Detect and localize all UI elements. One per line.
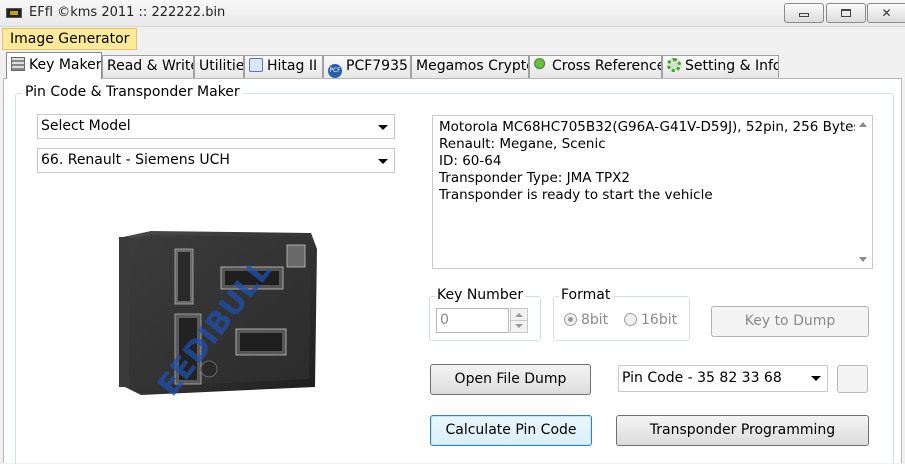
tab-cross-reference[interactable]: Cross Reference (529, 55, 662, 78)
window-title: EFfI ©kms 2011 :: 222222.bin (29, 5, 226, 20)
tab-label: Key Maker (29, 57, 102, 73)
tab-label: Hitag II (267, 58, 318, 74)
ecu-module-image: EEDIBULL (119, 231, 317, 399)
title-bar: EFfI ©kms 2011 :: 222222.bin ✕ (0, 0, 905, 27)
module-select-value: 66. Renault - Siemens UCH (41, 152, 230, 168)
chevron-down-icon (378, 159, 388, 164)
model-select[interactable]: Select Model (37, 114, 395, 139)
menu-image-generator[interactable]: Image Generator (2, 28, 138, 50)
tab-label: Setting & Info (685, 58, 779, 74)
open-file-dump-button[interactable]: Open File Dump (430, 364, 591, 395)
tab-hitag[interactable]: Hitag II (244, 55, 323, 78)
close-icon: ✕ (881, 6, 892, 20)
stepper-up-icon[interactable] (515, 313, 523, 317)
minimize-button[interactable] (784, 3, 824, 23)
radio-checked-icon (564, 313, 577, 326)
key-number-input[interactable]: 0 (436, 308, 509, 333)
info-line: Motorola MC68HC705B32(G96A-G41V-D59J), 5… (439, 119, 861, 135)
tab-megamos-crypto[interactable]: Megamos Crypto (411, 55, 529, 78)
chevron-down-icon (811, 376, 821, 381)
tab-label: Utilities (199, 58, 244, 74)
info-textbox[interactable]: Motorola MC68HC705B32(G96A-G41V-D59J), 5… (432, 115, 873, 269)
tab-pcf7935[interactable]: PCF PCF7935 (323, 55, 411, 78)
app-icon (6, 8, 22, 18)
minimize-icon (799, 13, 809, 17)
format-16bit-radio[interactable]: 16bit (624, 312, 677, 328)
tab-strip: Key Maker Read & Write Utilities Hitag I… (0, 52, 905, 79)
key-to-dump-button[interactable]: Key to Dump (711, 306, 869, 337)
group-title: Pin Code & Transponder Maker (22, 84, 243, 100)
info-line: Transponder is ready to start the vehicl… (439, 187, 713, 203)
tab-key-maker[interactable]: Key Maker (6, 52, 102, 79)
status-box[interactable] (837, 365, 868, 393)
tab-label: Cross Reference (552, 58, 662, 74)
calculate-pin-code-button[interactable]: Calculate Pin Code (430, 415, 592, 446)
info-line: Renault: Megane, Scenic (439, 136, 606, 152)
menu-strip: Image Generator (0, 27, 905, 52)
tab-label: Read & Write (107, 58, 194, 74)
module-select[interactable]: 66. Renault - Siemens UCH (37, 148, 395, 173)
maximize-icon (841, 9, 851, 17)
transponder-programming-button[interactable]: Transponder Programming (616, 415, 869, 446)
pin-code-value: Pin Code - 35 82 33 68 (622, 370, 782, 386)
model-select-value: Select Model (41, 118, 131, 134)
stepper-down-icon[interactable] (515, 324, 523, 328)
tab-label: Megamos Crypto (416, 58, 529, 74)
scroll-up-icon[interactable] (859, 122, 867, 127)
radio-unchecked-icon (624, 313, 637, 326)
format-label: Format (559, 287, 613, 303)
gear-icon (667, 58, 681, 72)
cross-reference-icon (534, 58, 548, 72)
vertical-scrollbar[interactable] (855, 116, 872, 268)
radio-label: 16bit (641, 312, 678, 328)
pin-code-select[interactable]: Pin Code - 35 82 33 68 (618, 365, 828, 392)
chevron-down-icon (378, 125, 388, 130)
key-maker-panel: Pin Code & Transponder Maker Select Mode… (3, 78, 902, 464)
chip-icon (249, 58, 263, 72)
tab-setting-info[interactable]: Setting & Info (662, 55, 779, 78)
scroll-down-icon[interactable] (859, 257, 867, 262)
info-line: ID: 60-64 (439, 153, 502, 169)
maximize-button[interactable] (826, 3, 866, 23)
key-number-group: Key Number 0 (429, 287, 541, 341)
tab-label: PCF7935 (346, 58, 408, 74)
pcf-icon: PCF (328, 64, 342, 78)
close-button[interactable]: ✕ (867, 3, 905, 23)
grid-icon (11, 57, 25, 71)
format-8bit-radio[interactable]: 8bit (564, 312, 608, 328)
radio-label: 8bit (581, 312, 609, 328)
key-number-label: Key Number (435, 287, 526, 303)
info-line: Transponder Type: JMA TPX2 (439, 170, 631, 186)
key-number-stepper[interactable] (510, 308, 528, 333)
tab-read-write[interactable]: Read & Write (102, 55, 194, 78)
format-group: Format 8bit 16bit (553, 287, 690, 341)
tab-utilities[interactable]: Utilities (194, 55, 244, 78)
